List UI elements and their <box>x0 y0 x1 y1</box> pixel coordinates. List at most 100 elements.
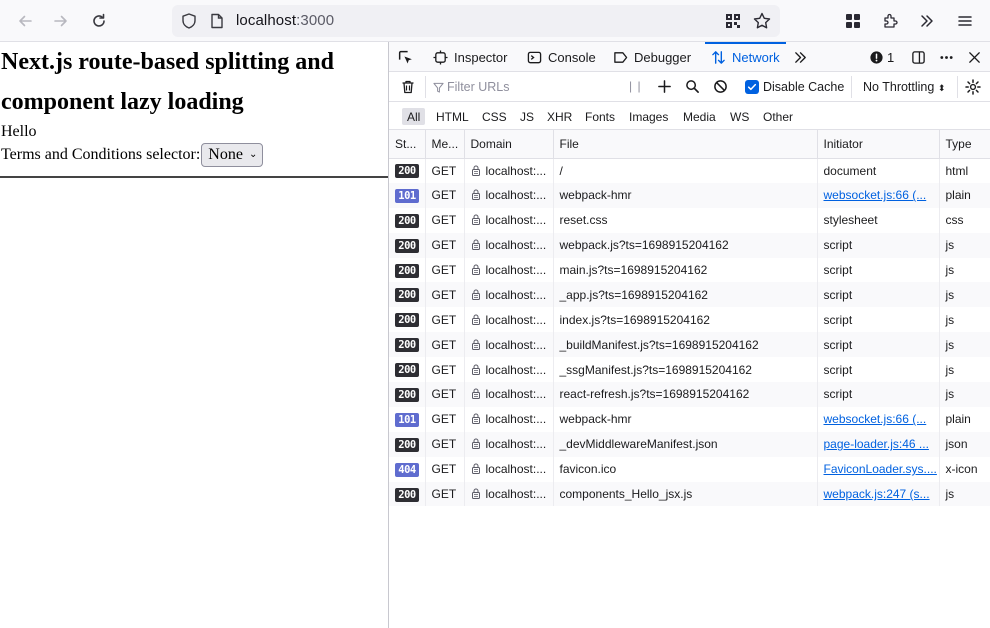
table-row[interactable]: 200 GET localhost:... / document html <box>389 158 990 183</box>
disable-cache-checkbox[interactable] <box>745 80 759 94</box>
table-row[interactable]: 200 GET localhost:... _ssgManifest.js?ts=16… <box>389 357 990 383</box>
cell-initiator[interactable]: FaviconLoader.sys.... <box>817 456 940 482</box>
cell-file: reset.css <box>553 207 818 233</box>
plus-icon[interactable] <box>657 79 672 94</box>
cell-file: react-refresh.js?ts=1698915204162 <box>553 382 818 407</box>
cell-type: js <box>939 382 990 407</box>
url-text[interactable]: localhost:3000 <box>236 12 334 29</box>
devtools-options-button[interactable] <box>939 42 960 72</box>
initiator-link[interactable]: FaviconLoader.sys.... <box>824 462 937 476</box>
type-filter-js[interactable]: JS <box>515 108 539 125</box>
type-filter-all[interactable]: All <box>402 108 426 125</box>
overflow-menu-button[interactable] <box>912 6 942 36</box>
type-filter-images[interactable]: Images <box>624 108 673 125</box>
cell-status: 200 <box>389 282 426 308</box>
forward-button[interactable] <box>46 6 76 36</box>
search-icon[interactable] <box>685 79 700 94</box>
cell-type: x-icon <box>939 456 990 482</box>
table-row[interactable]: 200 GET localhost:... webpack.js?ts=1698915… <box>389 232 990 258</box>
table-row[interactable]: 101 GET localhost:... webpack-hmr websocket.… <box>389 406 990 432</box>
terms-select[interactable]: None ⌄ <box>201 143 264 167</box>
cell-file: favicon.ico <box>553 456 818 482</box>
disable-cache-label[interactable]: Disable Cache <box>763 80 844 94</box>
cell-status: 200 <box>389 257 426 283</box>
type-filter-ws[interactable]: WS <box>725 108 754 125</box>
page-icon[interactable] <box>208 12 226 30</box>
app-menu-button[interactable] <box>950 6 980 36</box>
pause-icon[interactable]: | | <box>629 79 642 93</box>
block-icon[interactable] <box>713 79 728 94</box>
cell-initiator[interactable]: websocket.js:66 (... <box>817 406 940 432</box>
cell-method: GET <box>425 282 465 308</box>
gear-icon[interactable] <box>965 79 981 95</box>
initiator-link[interactable]: webpack.js:247 (s... <box>824 487 930 501</box>
cell-initiator[interactable]: page-loader.js:46 ... <box>817 431 940 457</box>
initiator-link[interactable]: websocket.js:66 (... <box>824 188 927 202</box>
url-bar[interactable]: localhost:3000 <box>172 5 780 37</box>
element-picker-icon <box>398 50 412 63</box>
table-row[interactable]: 404 GET localhost:... favicon.ico FaviconLoa… <box>389 456 990 482</box>
lock-icon <box>471 364 480 375</box>
initiator-link[interactable]: page-loader.js:46 ... <box>824 437 929 451</box>
star-icon[interactable] <box>752 11 772 31</box>
cell-domain: localhost:... <box>464 182 554 208</box>
puzzle-button[interactable] <box>876 6 906 36</box>
table-row[interactable]: 200 GET localhost:... _buildManifest.js?ts=… <box>389 332 990 358</box>
filter-urls-input[interactable]: Filter URLs <box>447 80 510 94</box>
cell-file: webpack.js?ts=1698915204162 <box>553 232 818 258</box>
table-row[interactable]: 200 GET localhost:... react-refresh.js?ts=1… <box>389 382 990 407</box>
cell-domain: localhost:... <box>464 431 554 457</box>
column-header-status[interactable]: St... <box>389 130 426 159</box>
trash-icon[interactable] <box>400 79 416 95</box>
terms-label: Terms and Conditions selector: <box>1 146 201 163</box>
table-row[interactable]: 200 GET localhost:... reset.css stylesheet cs… <box>389 207 990 233</box>
cell-initiator[interactable]: websocket.js:66 (... <box>817 182 940 208</box>
tab-network[interactable]: Network <box>705 42 786 72</box>
table-row[interactable]: 101 GET localhost:... webpack-hmr websocket.… <box>389 182 990 208</box>
type-filter-xhr[interactable]: XHR <box>542 108 577 125</box>
reload-button[interactable] <box>84 6 114 36</box>
cell-initiator: script <box>817 332 940 358</box>
type-filter-media[interactable]: Media <box>678 108 721 125</box>
column-header-method[interactable]: Me... <box>425 130 465 159</box>
type-filter-fonts[interactable]: Fonts <box>580 108 620 125</box>
shield-icon[interactable] <box>180 12 198 30</box>
table-row[interactable]: 200 GET localhost:... _devMiddlewareManifes… <box>389 431 990 457</box>
dock-side-icon <box>912 50 925 64</box>
lock-icon <box>471 165 480 176</box>
type-filter-css[interactable]: CSS <box>477 108 512 125</box>
error-count-button[interactable]: 1 <box>869 42 894 72</box>
cell-status: 200 <box>389 158 426 183</box>
initiator-link[interactable]: websocket.js:66 (... <box>824 412 927 426</box>
close-devtools-button[interactable] <box>967 42 988 72</box>
cell-method: GET <box>425 382 465 407</box>
column-header-type[interactable]: Type <box>939 130 990 159</box>
column-header-initiator[interactable]: Initiator <box>817 130 940 159</box>
more-tabs-button[interactable] <box>793 42 814 72</box>
column-header-domain[interactable]: Domain <box>464 130 554 159</box>
lock-icon <box>471 289 480 300</box>
cell-type: js <box>939 232 990 258</box>
status-badge: 101 <box>395 412 419 427</box>
cell-method: GET <box>425 481 465 507</box>
extensions-button[interactable] <box>838 6 868 36</box>
tab-debugger[interactable]: Debugger <box>613 42 691 72</box>
type-filter-html[interactable]: HTML <box>431 108 474 125</box>
tab-console[interactable]: Console <box>527 42 596 72</box>
dock-button[interactable] <box>911 42 932 72</box>
type-filter-other[interactable]: Other <box>758 108 798 125</box>
qr-code-icon[interactable] <box>724 12 742 30</box>
tab-inspector[interactable]: Inspector <box>433 42 507 72</box>
tab-inspector-label: Inspector <box>454 49 508 65</box>
cell-initiator[interactable]: webpack.js:247 (s... <box>817 481 940 507</box>
table-row[interactable]: 200 GET localhost:... main.js?ts=1698915204… <box>389 257 990 283</box>
back-button[interactable] <box>10 6 40 36</box>
table-row[interactable]: 200 GET localhost:... index.js?ts=169891520… <box>389 307 990 333</box>
chevrons-right-icon <box>921 15 933 27</box>
domain-text: localhost:... <box>485 462 547 477</box>
column-header-file[interactable]: File <box>553 130 818 159</box>
table-row[interactable]: 200 GET localhost:... components_Hello_jsx.… <box>389 481 990 507</box>
element-picker-button[interactable] <box>397 42 420 72</box>
throttling-select[interactable]: No Throttling ⬍ <box>863 80 945 94</box>
table-row[interactable]: 200 GET localhost:... _app.js?ts=1698915204… <box>389 282 990 308</box>
